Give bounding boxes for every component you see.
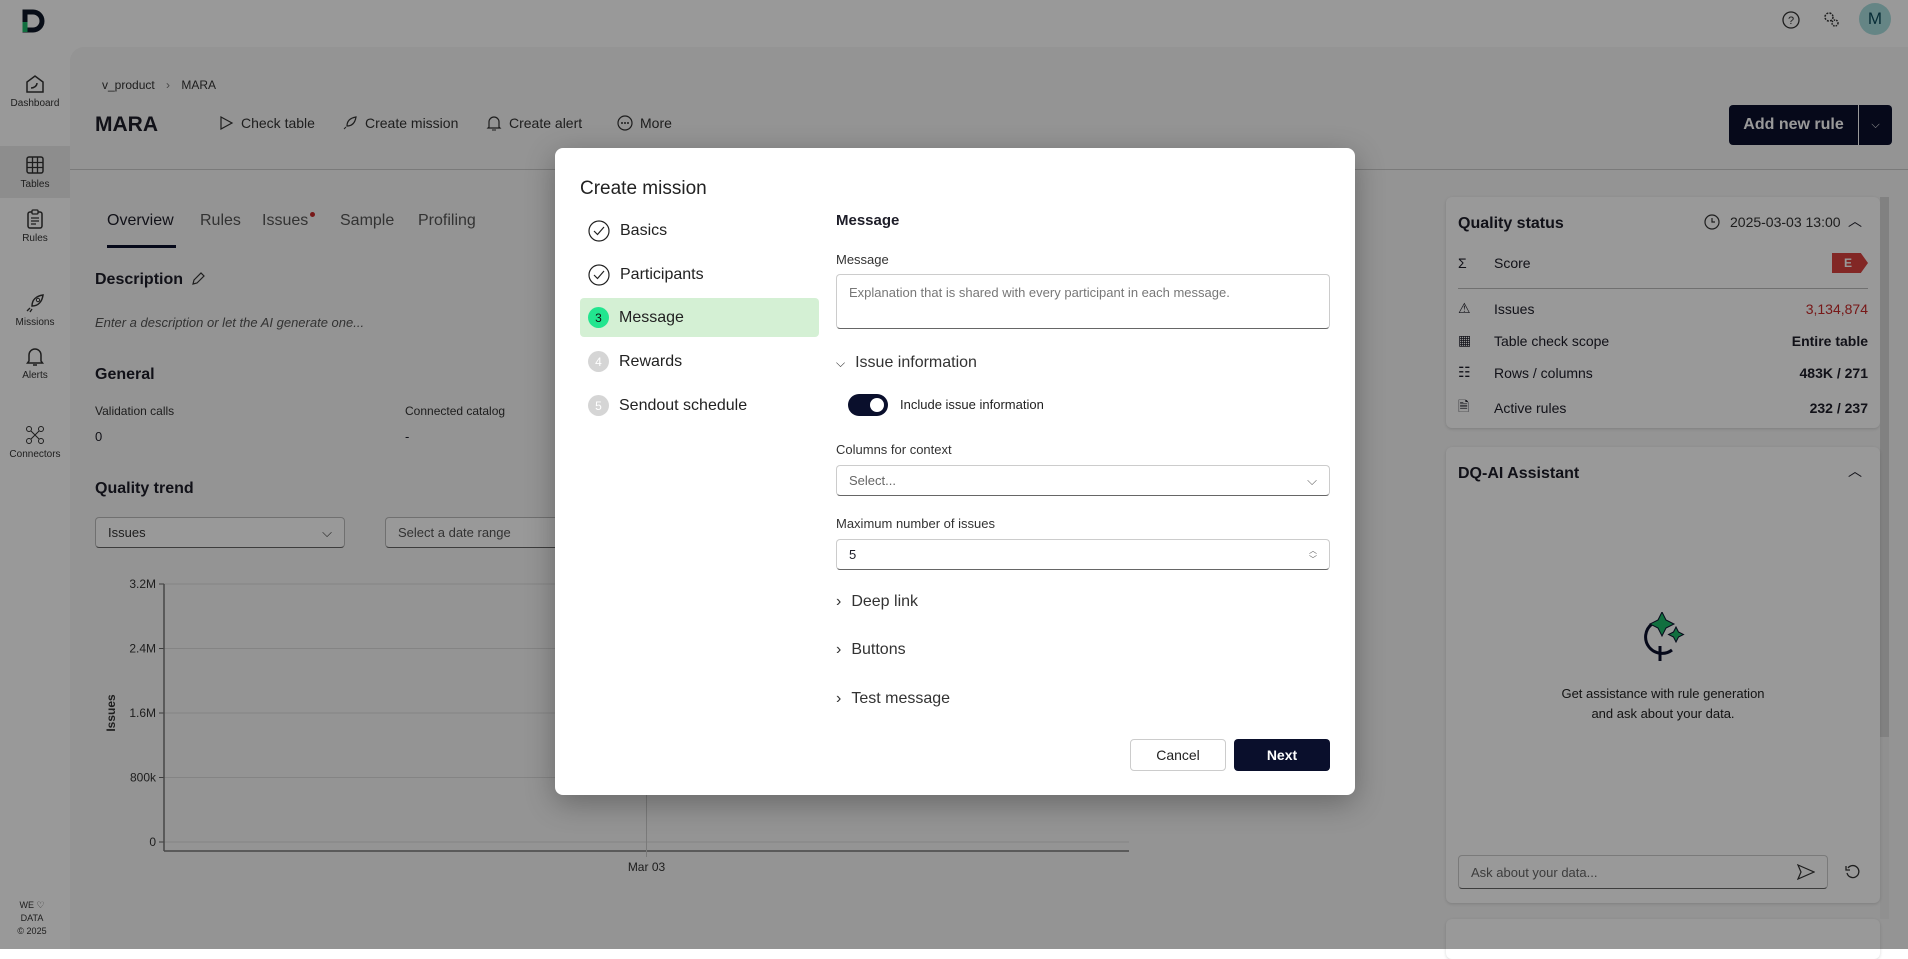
deep-link-accordion[interactable]: › Deep link [836,593,918,611]
step-label: Rewards [619,352,683,370]
create-mission-dialog: Create mission Basics Participants 3 Mess… [555,148,1355,795]
step-label: Participants [620,265,704,283]
chevron-down-icon: ⌵ [1307,472,1317,488]
columns-placeholder: Select... [849,473,896,488]
include-issue-label: Include issue information [900,397,1044,412]
cancel-button[interactable]: Cancel [1130,739,1226,771]
step-label: Basics [620,221,668,239]
accordion-label: Deep link [851,593,919,610]
accordion-label: Buttons [851,641,906,658]
step-participants[interactable]: Participants [580,255,819,294]
max-issues-value: 5 [849,547,857,562]
message-placeholder: Explanation that is shared with every pa… [849,285,1230,300]
issue-information-accordion[interactable]: ⌵ Issue information [836,354,977,372]
columns-select[interactable]: Select... ⌵ [836,465,1330,496]
chevron-right-icon: › [836,593,842,610]
step-number: 3 [588,307,609,328]
chevron-right-icon: › [836,690,842,707]
test-message-accordion[interactable]: › Test message [836,690,950,708]
step-rewards[interactable]: 4 Rewards [580,342,819,381]
buttons-accordion[interactable]: › Buttons [836,641,906,659]
chevron-down-icon: ⌵ [836,355,846,370]
step-basics[interactable]: Basics [580,211,819,250]
stepper-arrows-icon[interactable]: ︿ ﹀ [1309,546,1317,564]
dialog-title: Create mission [580,178,707,199]
check-circle-icon [588,219,610,242]
message-textarea[interactable]: Explanation that is shared with every pa… [836,274,1330,329]
section-title: Message [836,212,900,229]
toggle-knob [870,398,884,412]
step-message[interactable]: 3 Message [580,298,819,337]
step-label: Sendout schedule [619,396,748,414]
step-sendout-schedule[interactable]: 5 Sendout schedule [580,386,819,425]
accordion-label: Test message [851,690,951,707]
max-issues-input[interactable]: 5 ︿ ﹀ [836,539,1330,570]
next-button[interactable]: Next [1234,739,1330,771]
columns-label: Columns for context [836,442,952,457]
max-issues-label: Maximum number of issues [836,516,995,531]
message-label: Message [836,252,889,267]
step-number: 5 [588,395,609,416]
chevron-right-icon: › [836,641,842,658]
step-label: Message [619,308,684,326]
accordion-label: Issue information [855,354,977,371]
include-issue-toggle[interactable] [848,394,888,416]
check-circle-icon [588,263,610,286]
step-number: 4 [588,351,609,372]
